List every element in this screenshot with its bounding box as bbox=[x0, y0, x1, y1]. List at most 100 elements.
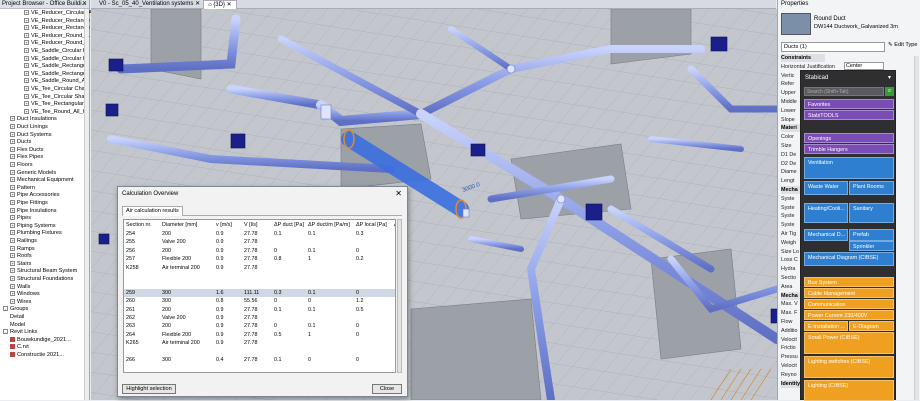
stabicad-button[interactable]: Plant Rooms bbox=[849, 181, 894, 195]
tree-item[interactable]: + Pipe Insulations bbox=[10, 208, 57, 216]
tree-item[interactable]: Detail bbox=[10, 314, 24, 322]
expand-icon[interactable]: + bbox=[10, 238, 15, 244]
expand-icon[interactable]: + bbox=[24, 40, 29, 46]
expand-icon[interactable]: + bbox=[24, 10, 29, 16]
tree-item[interactable]: + Duct Linings bbox=[10, 124, 48, 132]
stabicad-button[interactable]: E-Installation ... bbox=[804, 321, 848, 331]
tree-item[interactable]: + Ducts bbox=[10, 139, 31, 147]
tab-ventilation-systems[interactable]: V0 - Sc_05_40_Ventilation systems ✕ bbox=[95, 0, 204, 9]
table-row[interactable]: 264 Flexible 200 0.9 27.78 0.5 1 0 bbox=[124, 331, 395, 339]
tree-item[interactable]: + VE_Saddle_Rectangu bbox=[24, 71, 86, 79]
table-row[interactable]: 262 Valve 200 0.9 27.78 bbox=[124, 314, 395, 322]
expand-icon[interactable]: + bbox=[10, 215, 15, 221]
expand-icon[interactable]: + bbox=[10, 207, 15, 213]
tree-item[interactable]: + Structural Beam System bbox=[10, 268, 77, 276]
tree-item[interactable]: + Walls bbox=[10, 284, 30, 292]
expand-icon[interactable]: + bbox=[24, 101, 29, 107]
tree-item[interactable]: + VE_Saddle_Circular F bbox=[24, 56, 86, 64]
tree-item[interactable]: Constructie 2021... bbox=[10, 352, 64, 360]
table-row[interactable]: 257 Flexible 200 0.9 27.78 0.8 1 0.2 bbox=[124, 255, 395, 263]
expand-icon[interactable]: + bbox=[24, 78, 29, 84]
column-header[interactable]: ΔP bbox=[394, 222, 395, 228]
column-header[interactable]: Section nr. bbox=[126, 222, 151, 228]
table-row[interactable]: 263 200 0.9 27.78 0 0.1 0 bbox=[124, 322, 395, 330]
expand-icon[interactable]: + bbox=[10, 169, 15, 175]
expand-icon[interactable]: + bbox=[24, 70, 29, 76]
tree-item[interactable]: + VE_Saddle_Circular F bbox=[24, 48, 86, 56]
tree-item[interactable]: + Duct Insulations bbox=[10, 116, 57, 124]
tree-item[interactable]: + Pipe Accessories bbox=[10, 192, 60, 200]
stabicad-button[interactable]: Lighting switches (CIBSE) bbox=[804, 356, 894, 378]
tree-item[interactable]: + VE_Reducer_Rectangu bbox=[24, 25, 90, 33]
close-icon[interactable]: ✕ bbox=[195, 1, 200, 7]
stabicad-button[interactable]: Communication bbox=[804, 299, 894, 309]
properties-scrollbar[interactable] bbox=[914, 56, 919, 400]
stabicad-button[interactable]: Cable Management bbox=[804, 288, 894, 298]
table-row[interactable]: 259 300 1.6 111.11 0.3 0.1 0 bbox=[124, 288, 395, 298]
table-row[interactable]: 260 300 0.8 55.56 0 0 1.2 bbox=[124, 297, 395, 305]
stabicad-button[interactable]: E-Diagram bbox=[849, 321, 894, 331]
expand-icon[interactable]: + bbox=[10, 116, 15, 122]
stabicad-button[interactable]: Sanitary bbox=[849, 203, 894, 223]
instance-selector[interactable]: Ducts (1) bbox=[781, 42, 885, 52]
expand-icon[interactable]: + bbox=[24, 48, 29, 54]
stabicad-button[interactable]: Power Current 230/400V bbox=[804, 310, 894, 320]
table-row[interactable]: K258 Air terminal 200 0.9 27.78 bbox=[124, 264, 395, 272]
table-row[interactable] bbox=[124, 280, 395, 288]
table-row[interactable]: 261 200 0.9 27.78 0.1 0.1 0.5 bbox=[124, 306, 395, 314]
close-icon[interactable]: ✕ bbox=[395, 189, 402, 198]
expand-icon[interactable]: + bbox=[10, 139, 15, 145]
table-row[interactable]: 255 Valve 200 0.9 27.78 bbox=[124, 238, 395, 246]
tree-item[interactable]: + Mechanical Equipment bbox=[10, 177, 74, 185]
expand-icon[interactable]: + bbox=[10, 283, 15, 289]
tree-item[interactable]: + VE_Tee_Round_All_G bbox=[24, 109, 87, 117]
collapse-icon[interactable]: - bbox=[3, 306, 8, 312]
column-header[interactable]: ΔP duct/m [Pa/m] bbox=[308, 222, 350, 228]
tree-item[interactable]: + Flex Pipes bbox=[10, 154, 43, 162]
expand-icon[interactable]: + bbox=[10, 177, 15, 183]
expand-icon[interactable]: + bbox=[10, 291, 15, 297]
tree-item[interactable]: + VE_Tee_Circular Char bbox=[24, 86, 87, 94]
expand-icon[interactable]: + bbox=[24, 55, 29, 61]
expand-icon[interactable]: + bbox=[10, 192, 15, 198]
tree-item[interactable]: + Wires bbox=[10, 299, 31, 307]
expand-icon[interactable]: + bbox=[10, 154, 15, 160]
tree-item[interactable]: + Pipe Fittings bbox=[10, 200, 48, 208]
tree-item[interactable]: C.rvt bbox=[10, 344, 29, 352]
table-scrollbar[interactable] bbox=[397, 219, 402, 373]
stabicad-search-input[interactable]: Search (Shift+Tab) bbox=[804, 87, 884, 96]
expand-icon[interactable]: + bbox=[10, 124, 15, 130]
column-header[interactable]: ΔP local [Pa] bbox=[356, 222, 387, 228]
table-row[interactable]: K265 Air terminal 200 0.9 27.78 bbox=[124, 339, 395, 347]
expand-icon[interactable]: + bbox=[24, 32, 29, 38]
tree-item[interactable]: + VE_Reducer_Round_ bbox=[24, 40, 85, 48]
tree-item[interactable]: + VE_Saddle_Round_A bbox=[24, 78, 85, 86]
justification-value[interactable]: Center bbox=[844, 62, 884, 70]
stabicad-button[interactable]: Mechanical D... bbox=[804, 229, 848, 241]
stabicad-button[interactable]: Lighting (CIBSE) bbox=[804, 380, 894, 401]
tree-item[interactable]: Bouwkundige_2021... bbox=[10, 337, 71, 345]
table-row[interactable] bbox=[124, 272, 395, 280]
tree-item[interactable]: + VE_Tee_Rectangular_ bbox=[24, 101, 87, 109]
stabicad-button[interactable]: Sprinkler bbox=[849, 241, 894, 251]
expand-icon[interactable]: + bbox=[24, 25, 29, 31]
expand-icon[interactable]: + bbox=[24, 86, 29, 92]
tree-item[interactable]: + Windows bbox=[10, 291, 40, 299]
stabicad-button[interactable]: Openings bbox=[804, 133, 894, 143]
expand-icon[interactable]: + bbox=[10, 146, 15, 152]
expand-icon[interactable]: + bbox=[10, 298, 15, 304]
tab-air-calculation-results[interactable]: Air calculation results bbox=[122, 206, 183, 216]
expand-icon[interactable]: + bbox=[10, 162, 15, 168]
tree-item[interactable]: + Structural Foundations bbox=[10, 276, 73, 284]
tree-item[interactable]: + Floors bbox=[10, 162, 33, 170]
stabicad-button[interactable]: Bus System bbox=[804, 277, 894, 287]
stabicad-button[interactable]: Heating/Cooli... bbox=[804, 203, 848, 223]
stabicad-button[interactable]: Mechanical Diagram (CIBSE) bbox=[804, 252, 894, 266]
stabicad-button[interactable]: Favorites bbox=[804, 99, 894, 109]
stabicad-button[interactable]: Waste Water bbox=[804, 181, 848, 195]
dropdown-arrow-icon[interactable]: ▾ bbox=[888, 74, 891, 81]
expand-icon[interactable]: + bbox=[24, 17, 29, 23]
expand-icon[interactable]: + bbox=[10, 276, 15, 282]
stabicad-button[interactable]: StabiTOOLS bbox=[804, 110, 894, 120]
collapse-icon[interactable]: - bbox=[3, 329, 8, 335]
